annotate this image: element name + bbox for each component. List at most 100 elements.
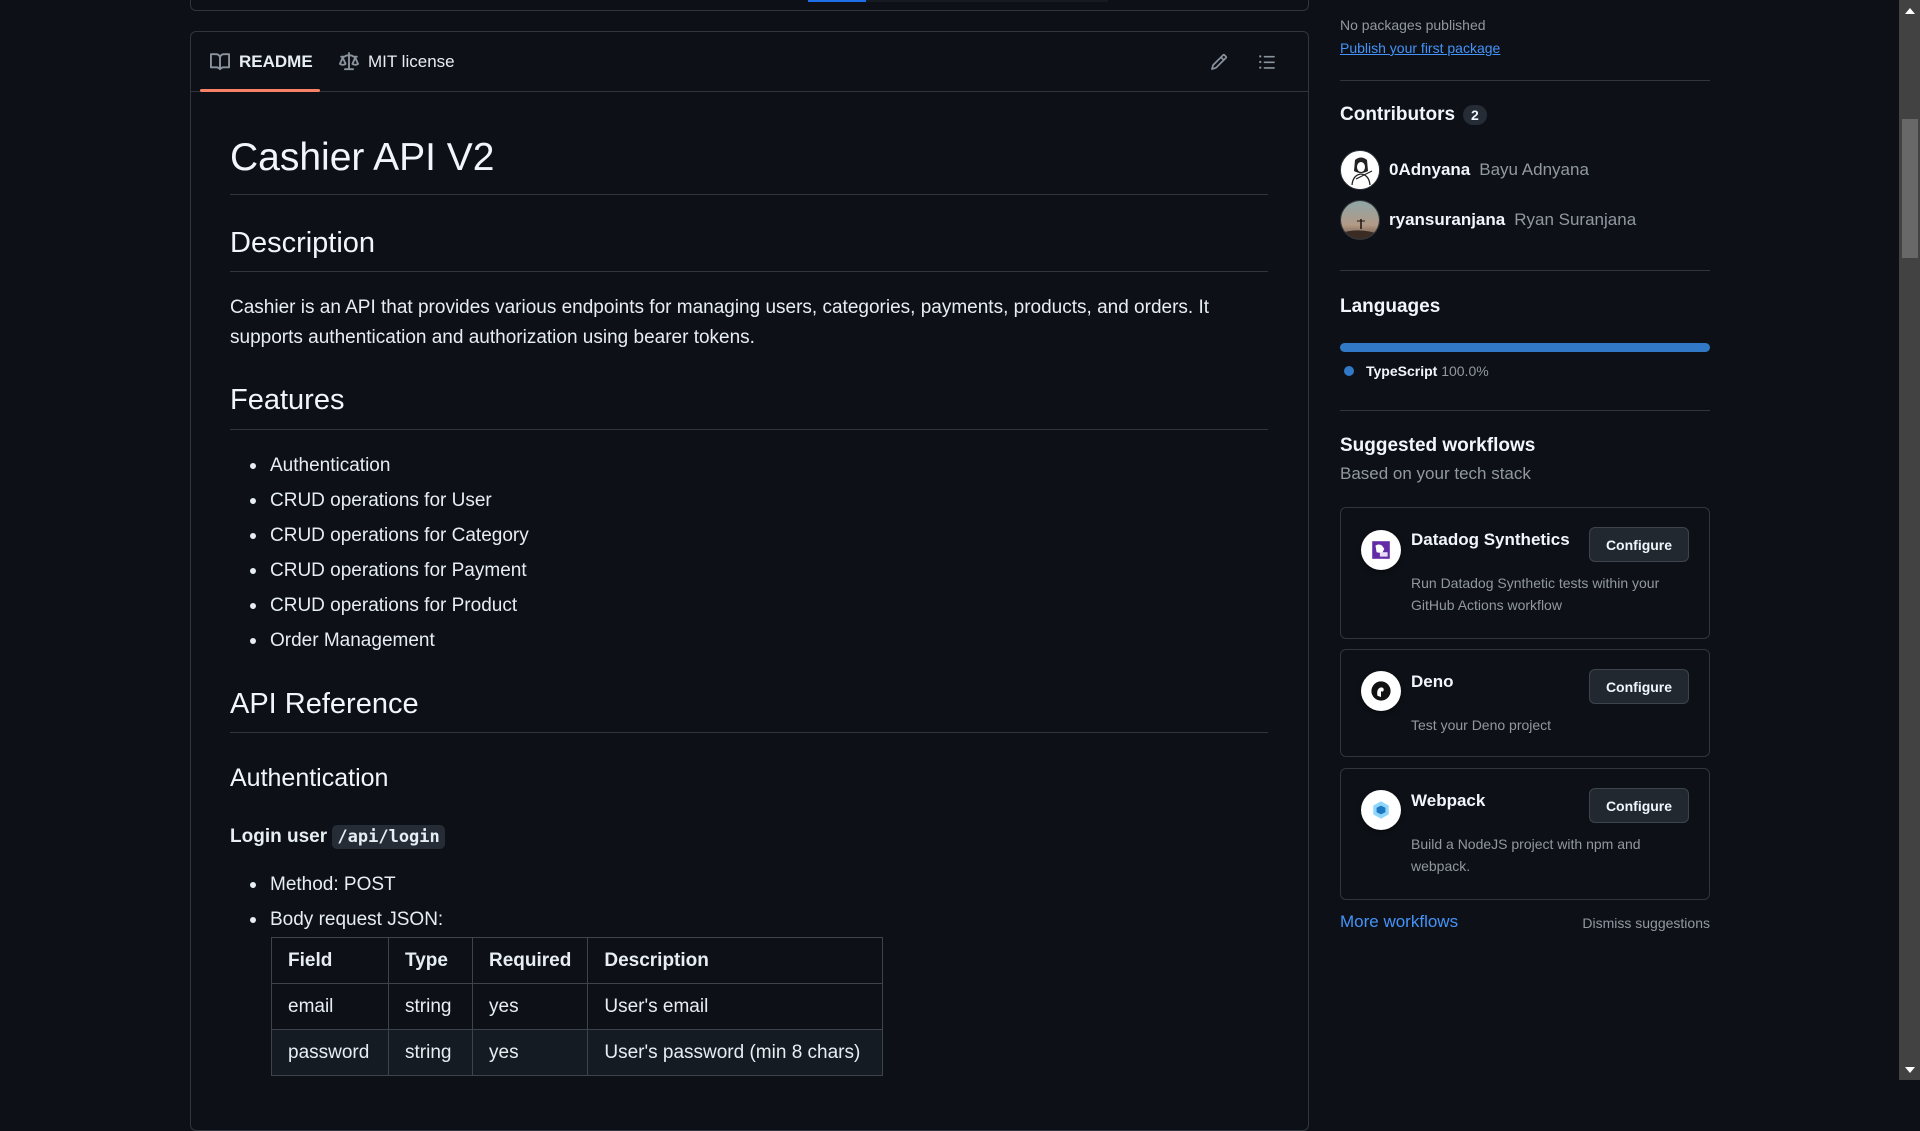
workflow-title: Datadog Synthetics: [1411, 530, 1570, 549]
webpack-icon: [1361, 790, 1401, 830]
language-name: TypeScript: [1366, 363, 1438, 379]
contributor-name: Bayu Adnyana: [1479, 160, 1589, 179]
workflow-title: Deno: [1411, 672, 1454, 691]
tab-mit-license-label: MIT license: [368, 52, 455, 71]
list-item: Body request JSON:: [230, 909, 443, 931]
divider: [230, 732, 1268, 733]
login-endpoint: Login user /api/login: [230, 822, 445, 852]
divider: [1340, 410, 1710, 411]
configure-button[interactable]: Configure: [1589, 788, 1689, 823]
workflow-card-deno: Deno Configure Test your Deno project: [1340, 649, 1710, 757]
table-cell: yes: [471, 1029, 589, 1076]
contributor-item[interactable]: ryansuranjana Ryan Suranjana: [1340, 200, 1710, 240]
bullet: [250, 533, 256, 539]
feature-text: CRUD operations for Product: [270, 595, 518, 616]
suggested-workflows-subheading: Based on your tech stack: [1340, 464, 1531, 483]
body-request-text: Body request JSON:: [270, 909, 444, 930]
publish-package-link[interactable]: Publish your first package: [1340, 40, 1500, 56]
workflow-description: Run Datadog Synthetic tests within your …: [1411, 575, 1660, 613]
list-item: Method: POST: [230, 874, 396, 896]
login-label: Login user: [230, 826, 328, 847]
description-heading: Description: [230, 227, 376, 259]
contributor-name: Ryan Suranjana: [1514, 210, 1637, 229]
bullet: [250, 882, 256, 888]
tab-readme[interactable]: README: [210, 32, 313, 92]
deno-icon: [1361, 671, 1401, 711]
contributor-username: ryansuranjana: [1389, 210, 1506, 229]
workflow-description: Build a NodeJS project with npm and webp…: [1411, 836, 1641, 874]
table-cell: string: [388, 983, 473, 1030]
list-item: Authentication: [230, 455, 390, 477]
vertical-scrollbar-thumb[interactable]: [1902, 119, 1918, 258]
authentication-heading: Authentication: [230, 764, 389, 792]
divider: [230, 271, 1268, 272]
bullet: [250, 917, 256, 923]
language-color-dot: [1344, 366, 1354, 376]
table-cell: User's email: [587, 983, 884, 1030]
avatar: [1340, 150, 1380, 190]
readme-tabbar: README MIT license: [191, 32, 1308, 92]
table-cell: email: [271, 983, 389, 1030]
book-icon: [210, 52, 230, 72]
bullet: [250, 603, 256, 609]
configure-button[interactable]: Configure: [1589, 527, 1689, 562]
feature-text: CRUD operations for Category: [270, 525, 529, 546]
suggested-workflows-heading: Suggested workflows: [1340, 435, 1536, 456]
feature-text: CRUD operations for Payment: [270, 560, 527, 581]
configure-button[interactable]: Configure: [1589, 669, 1689, 704]
table-cell: string: [388, 1029, 473, 1076]
bullet: [250, 638, 256, 644]
previous-panel: [190, 0, 1309, 11]
divider: [1340, 80, 1710, 81]
bullet: [250, 568, 256, 574]
pencil-icon[interactable]: [1207, 50, 1231, 74]
language-bar-typescript: [1340, 343, 1710, 352]
avatar: [1340, 200, 1380, 240]
login-path: /api/login: [332, 825, 445, 849]
scroll-up-arrow-icon[interactable]: [1899, 2, 1920, 19]
divider: [230, 194, 1268, 195]
contributors-title: Contributors: [1340, 104, 1456, 125]
bullet: [250, 463, 256, 469]
bullet: [250, 498, 256, 504]
workflow-title: Webpack: [1411, 791, 1486, 810]
more-workflows-link[interactable]: More workflows: [1340, 912, 1458, 932]
tab-readme-label: README: [239, 52, 313, 71]
method-text: Method: POST: [270, 874, 396, 895]
feature-text: Order Management: [270, 630, 435, 651]
language-item[interactable]: TypeScript 100.0%: [1344, 363, 1489, 379]
languages-heading: Languages: [1340, 296, 1441, 317]
table-cell: password: [271, 1029, 389, 1076]
contributor-item[interactable]: 0Adnyana Bayu Adnyana: [1340, 150, 1710, 190]
active-tab-indicator: [200, 89, 320, 92]
table-row: email string yes User's email: [271, 983, 884, 1030]
list-item: CRUD operations for Category: [230, 525, 529, 547]
column-header: Description: [587, 937, 884, 984]
workflow-card-datadog: Datadog Synthetics Configure Run Datadog…: [1340, 507, 1710, 639]
list-item: Order Management: [230, 630, 435, 652]
feature-text: CRUD operations for User: [270, 490, 492, 511]
contributor-username: 0Adnyana: [1389, 160, 1471, 179]
table-header-row: Field Type Required Description: [271, 937, 884, 984]
law-icon: [339, 52, 359, 72]
contributors-heading[interactable]: Contributors 2: [1340, 104, 1710, 126]
list-unordered-icon[interactable]: [1255, 50, 1279, 74]
divider: [1340, 270, 1710, 271]
features-heading: Features: [230, 384, 345, 416]
body-request-table: Field Type Required Description email st…: [271, 937, 884, 1076]
column-header: Required: [471, 937, 589, 984]
dismiss-suggestions-link[interactable]: Dismiss suggestions: [1576, 915, 1710, 931]
column-header: Field: [271, 937, 389, 984]
description-text: Cashier is an API that provides various …: [230, 297, 1210, 348]
table-cell: yes: [471, 983, 589, 1030]
feature-text: Authentication: [270, 455, 391, 476]
column-header: Type: [388, 937, 473, 984]
api-reference-heading: API Reference: [230, 688, 419, 720]
datadog-icon: [1361, 530, 1401, 570]
scroll-down-arrow-icon[interactable]: [1899, 1061, 1920, 1078]
contributors-count: 2: [1463, 105, 1487, 125]
horizontal-scrollbar-thumb[interactable]: [808, 0, 866, 2]
readme-title: Cashier API V2: [230, 136, 495, 179]
list-item: CRUD operations for User: [230, 490, 492, 512]
tab-mit-license[interactable]: MIT license: [339, 32, 455, 92]
